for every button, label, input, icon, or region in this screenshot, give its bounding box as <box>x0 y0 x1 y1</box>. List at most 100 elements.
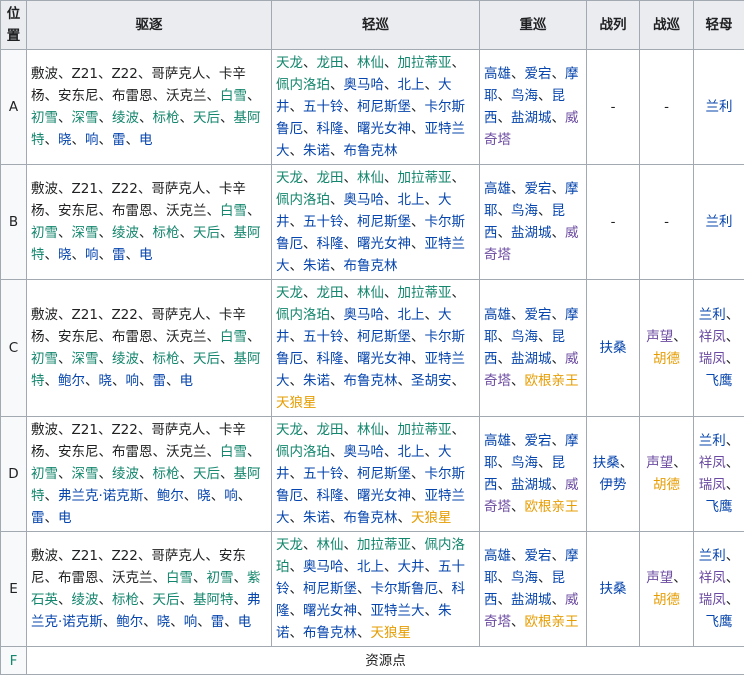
ship-name[interactable]: 布鲁克林 <box>344 510 398 526</box>
ship-name[interactable]: 天龙 <box>276 285 303 301</box>
ship-name[interactable]: 佩内洛珀 <box>276 444 330 460</box>
ship-name[interactable]: 电 <box>58 510 72 526</box>
ship-name[interactable]: 沃克兰 <box>166 88 207 104</box>
ship-name[interactable]: 龙田 <box>317 422 344 438</box>
ship-name[interactable]: 五十铃 <box>303 466 344 482</box>
ship-name[interactable]: 电 <box>139 247 153 263</box>
ship-name[interactable]: 龙田 <box>317 55 344 71</box>
ship-name[interactable]: 加拉蒂亚 <box>398 170 452 186</box>
ship-name[interactable]: 朱诺 <box>303 258 330 274</box>
ship-name[interactable]: 飞鹰 <box>706 614 733 630</box>
ship-name[interactable]: 鸟海 <box>511 329 538 345</box>
ship-name[interactable]: 柯尼斯堡 <box>303 581 357 597</box>
ship-name[interactable]: 绫波 <box>72 592 99 608</box>
ship-name[interactable]: 弗兰克·诺克斯 <box>58 488 143 504</box>
ship-name[interactable]: 爱宕 <box>525 66 552 82</box>
ship-name[interactable]: 安东尼 <box>58 329 99 345</box>
ship-name[interactable]: 高雄 <box>484 66 511 82</box>
ship-name[interactable]: 白雪 <box>166 570 193 586</box>
ship-name[interactable]: 鸟海 <box>511 570 538 586</box>
ship-name[interactable]: 天狼星 <box>411 510 452 526</box>
ship-name[interactable]: 敷波 <box>31 66 58 82</box>
ship-name[interactable]: 声望 <box>646 455 673 471</box>
ship-name[interactable]: 初雪 <box>31 466 58 482</box>
ship-name[interactable]: 曙光女神 <box>303 603 357 619</box>
ship-name[interactable]: 沃克兰 <box>112 570 153 586</box>
ship-name[interactable]: 白雪 <box>220 88 247 104</box>
ship-name[interactable]: 爱宕 <box>525 307 552 323</box>
ship-name[interactable]: 林仙 <box>357 170 384 186</box>
ship-name[interactable]: 兰利 <box>699 307 726 323</box>
ship-name[interactable]: 深雪 <box>72 466 99 482</box>
ship-name[interactable]: 曙光女神 <box>357 351 411 367</box>
ship-name[interactable]: 天龙 <box>276 537 303 553</box>
ship-name[interactable]: 北上 <box>398 307 425 323</box>
ship-name[interactable]: 雷 <box>112 247 126 263</box>
ship-name[interactable]: 电 <box>139 132 153 148</box>
ship-name[interactable]: 布鲁克林 <box>344 258 398 274</box>
ship-name[interactable]: 五十铃 <box>303 329 344 345</box>
ship-name[interactable]: 胡德 <box>653 592 680 608</box>
ship-name[interactable]: 加拉蒂亚 <box>398 285 452 301</box>
ship-name[interactable]: 朱诺 <box>303 373 330 389</box>
ship-name[interactable]: 天后 <box>153 592 180 608</box>
ship-name[interactable]: 兰利 <box>706 214 733 230</box>
ship-name[interactable]: 五十铃 <box>303 99 344 115</box>
ship-name[interactable]: 哥萨克人 <box>151 422 205 438</box>
ship-name[interactable]: 大井 <box>398 559 425 575</box>
ship-name[interactable]: 天后 <box>193 110 220 126</box>
ship-name[interactable]: 响 <box>85 132 99 148</box>
ship-name[interactable]: Z21 <box>72 307 98 323</box>
ship-name[interactable]: 盐湖城 <box>511 477 552 493</box>
ship-name[interactable]: 白雪 <box>220 203 247 219</box>
ship-name[interactable]: 哥萨克人 <box>151 307 205 323</box>
ship-name[interactable]: 初雪 <box>31 225 58 241</box>
ship-name[interactable]: 林仙 <box>357 422 384 438</box>
ship-name[interactable]: 布雷恩 <box>112 88 153 104</box>
ship-name[interactable]: 科隆 <box>317 488 344 504</box>
ship-name[interactable]: Z22 <box>111 548 137 564</box>
ship-name[interactable]: 奥马哈 <box>344 307 385 323</box>
ship-name[interactable]: 北上 <box>398 192 425 208</box>
ship-name[interactable]: 安东尼 <box>58 88 99 104</box>
ship-name[interactable]: 电 <box>180 373 194 389</box>
ship-name[interactable]: 奥马哈 <box>344 77 385 93</box>
ship-name[interactable]: 标枪 <box>153 466 180 482</box>
ship-name[interactable]: 基阿特 <box>193 592 234 608</box>
ship-name[interactable]: Z22 <box>111 307 137 323</box>
ship-name[interactable]: 标枪 <box>153 225 180 241</box>
ship-name[interactable]: 雷 <box>153 373 167 389</box>
ship-name[interactable]: 盐湖城 <box>511 351 552 367</box>
ship-name[interactable]: 林仙 <box>357 55 384 71</box>
ship-name[interactable]: 北上 <box>357 559 384 575</box>
ship-name[interactable]: 科隆 <box>317 121 344 137</box>
ship-name[interactable]: Z21 <box>72 181 98 197</box>
ship-name[interactable]: 敷波 <box>31 181 58 197</box>
ship-name[interactable]: Z21 <box>72 66 98 82</box>
ship-name[interactable]: 雷 <box>31 510 45 526</box>
ship-name[interactable]: 柯尼斯堡 <box>357 99 411 115</box>
ship-name[interactable]: 欧根亲王 <box>525 614 579 630</box>
ship-name[interactable]: 爱宕 <box>525 548 552 564</box>
ship-name[interactable]: 高雄 <box>484 181 511 197</box>
ship-name[interactable]: 布雷恩 <box>112 329 153 345</box>
ship-name[interactable]: 布雷恩 <box>58 570 99 586</box>
ship-name[interactable]: 鸟海 <box>511 203 538 219</box>
ship-name[interactable]: 声望 <box>646 329 673 345</box>
ship-name[interactable]: Z22 <box>111 422 137 438</box>
ship-name[interactable]: 林仙 <box>317 537 344 553</box>
ship-name[interactable]: 朱诺 <box>303 510 330 526</box>
ship-name[interactable]: 祥凤 <box>699 570 726 586</box>
ship-name[interactable]: 科隆 <box>317 351 344 367</box>
ship-name[interactable]: 北上 <box>398 444 425 460</box>
ship-name[interactable]: 天后 <box>193 351 220 367</box>
ship-name[interactable]: 圣胡安 <box>411 373 452 389</box>
ship-name[interactable]: 天龙 <box>276 170 303 186</box>
ship-name[interactable]: 加拉蒂亚 <box>398 55 452 71</box>
ship-name[interactable]: 响 <box>126 373 140 389</box>
ship-name[interactable]: 哥萨克人 <box>151 181 205 197</box>
ship-name[interactable]: 飞鹰 <box>706 373 733 389</box>
ship-name[interactable]: 天龙 <box>276 55 303 71</box>
ship-name[interactable]: 奥马哈 <box>344 192 385 208</box>
ship-name[interactable]: Z21 <box>72 548 98 564</box>
